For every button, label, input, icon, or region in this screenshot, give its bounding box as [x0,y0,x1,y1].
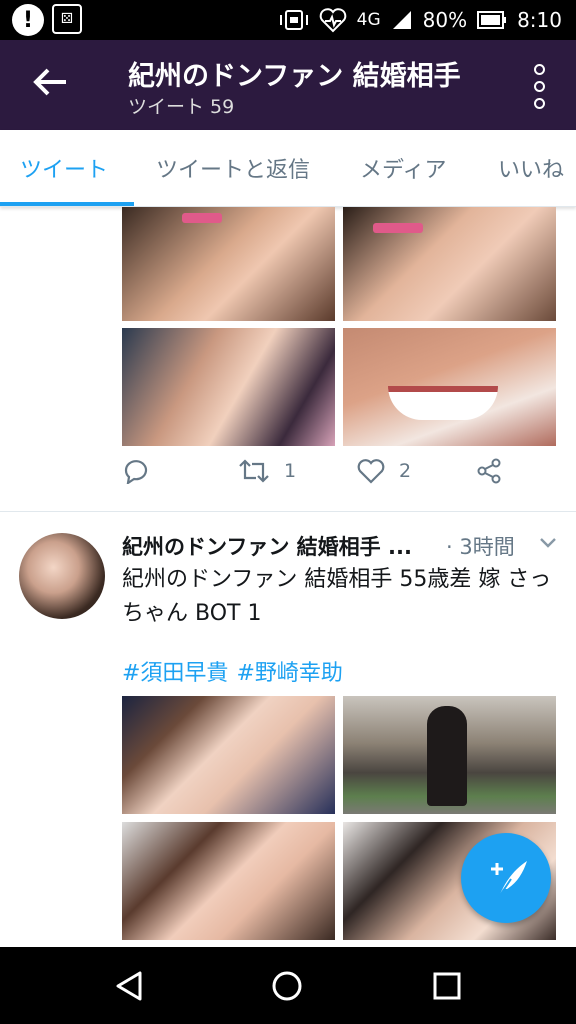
like-button[interactable]: 2 [357,458,411,484]
tweet-photo[interactable] [343,696,556,814]
tab-tweets[interactable]: ツイート [20,152,108,184]
back-arrow-glyph [33,68,66,96]
share-button[interactable] [476,458,502,484]
tweet-actions: 1 2 [0,458,576,498]
tweet-text: 紀州のドンファン 結婚相手 55歳差 嫁 さっちゃん BOT 1 [122,567,552,626]
tweet-count: ツイート 59 [128,96,235,118]
battery-icon [477,11,507,29]
hashtag-link[interactable]: #須田早貴 [122,661,228,686]
tweet-time: · 3時間 [446,535,515,559]
like-count: 2 [399,460,412,482]
status-bar: ! ⚄ 4G 80% 8:10 [0,0,576,40]
tweet-photo[interactable] [122,822,335,940]
compose-tweet-button[interactable] [461,833,551,923]
recents-icon[interactable] [432,971,462,1001]
more-vert-icon[interactable] [532,64,546,109]
back-arrow-icon[interactable] [30,62,70,111]
hashtag-link[interactable]: #野崎幸助 [236,661,342,686]
signal-icon [392,11,411,29]
profile-tabs: ツイート ツイートと返信 メディア いいね [0,130,576,207]
reply-icon [124,460,148,484]
compose-tweet-icon [491,861,527,898]
back-icon[interactable] [112,969,146,1003]
tab-tweets-and-replies[interactable]: ツイートと返信 [156,152,310,184]
heart-rate-icon [319,8,346,33]
retweet-button[interactable]: 1 [238,458,296,484]
tweet-photo[interactable] [343,207,556,321]
chevron-glyph [540,538,556,548]
tab-likes[interactable]: いいね [498,152,564,184]
reply-button[interactable] [122,458,150,484]
tweet-photo[interactable] [122,328,335,446]
share-icon [477,458,501,484]
home-icon[interactable] [270,969,304,1003]
tweet-photo[interactable] [343,328,556,446]
tab-indicator [0,202,134,206]
dice-icon: ⚄ [52,4,82,34]
tweet-hashtags: #須田早貴 #野崎幸助 [122,655,351,687]
vibrate-icon [279,10,308,30]
tweet-photo[interactable] [122,696,335,814]
heart-icon [357,459,385,484]
tweet-photo[interactable] [122,207,335,321]
app-bar: 紀州のドンファン 結婚相手 ツイート 59 [0,40,576,130]
tab-media[interactable]: メディア [360,152,446,184]
network-type: 4G [356,10,381,30]
tweet-author-name[interactable]: 紀州のドンファン 結婚相手 ... [122,531,412,561]
system-nav-bar [0,947,576,1024]
retweet-count: 1 [284,460,297,482]
profile-title: 紀州のドンファン 結婚相手 [128,61,461,92]
avatar[interactable] [19,533,105,619]
alert-icon: ! [12,4,44,36]
battery-percent: 80% [422,8,468,32]
tweet-divider [0,511,576,512]
chevron-down-icon[interactable] [538,534,558,553]
retweet-icon [239,459,269,483]
clock: 8:10 [517,8,562,32]
